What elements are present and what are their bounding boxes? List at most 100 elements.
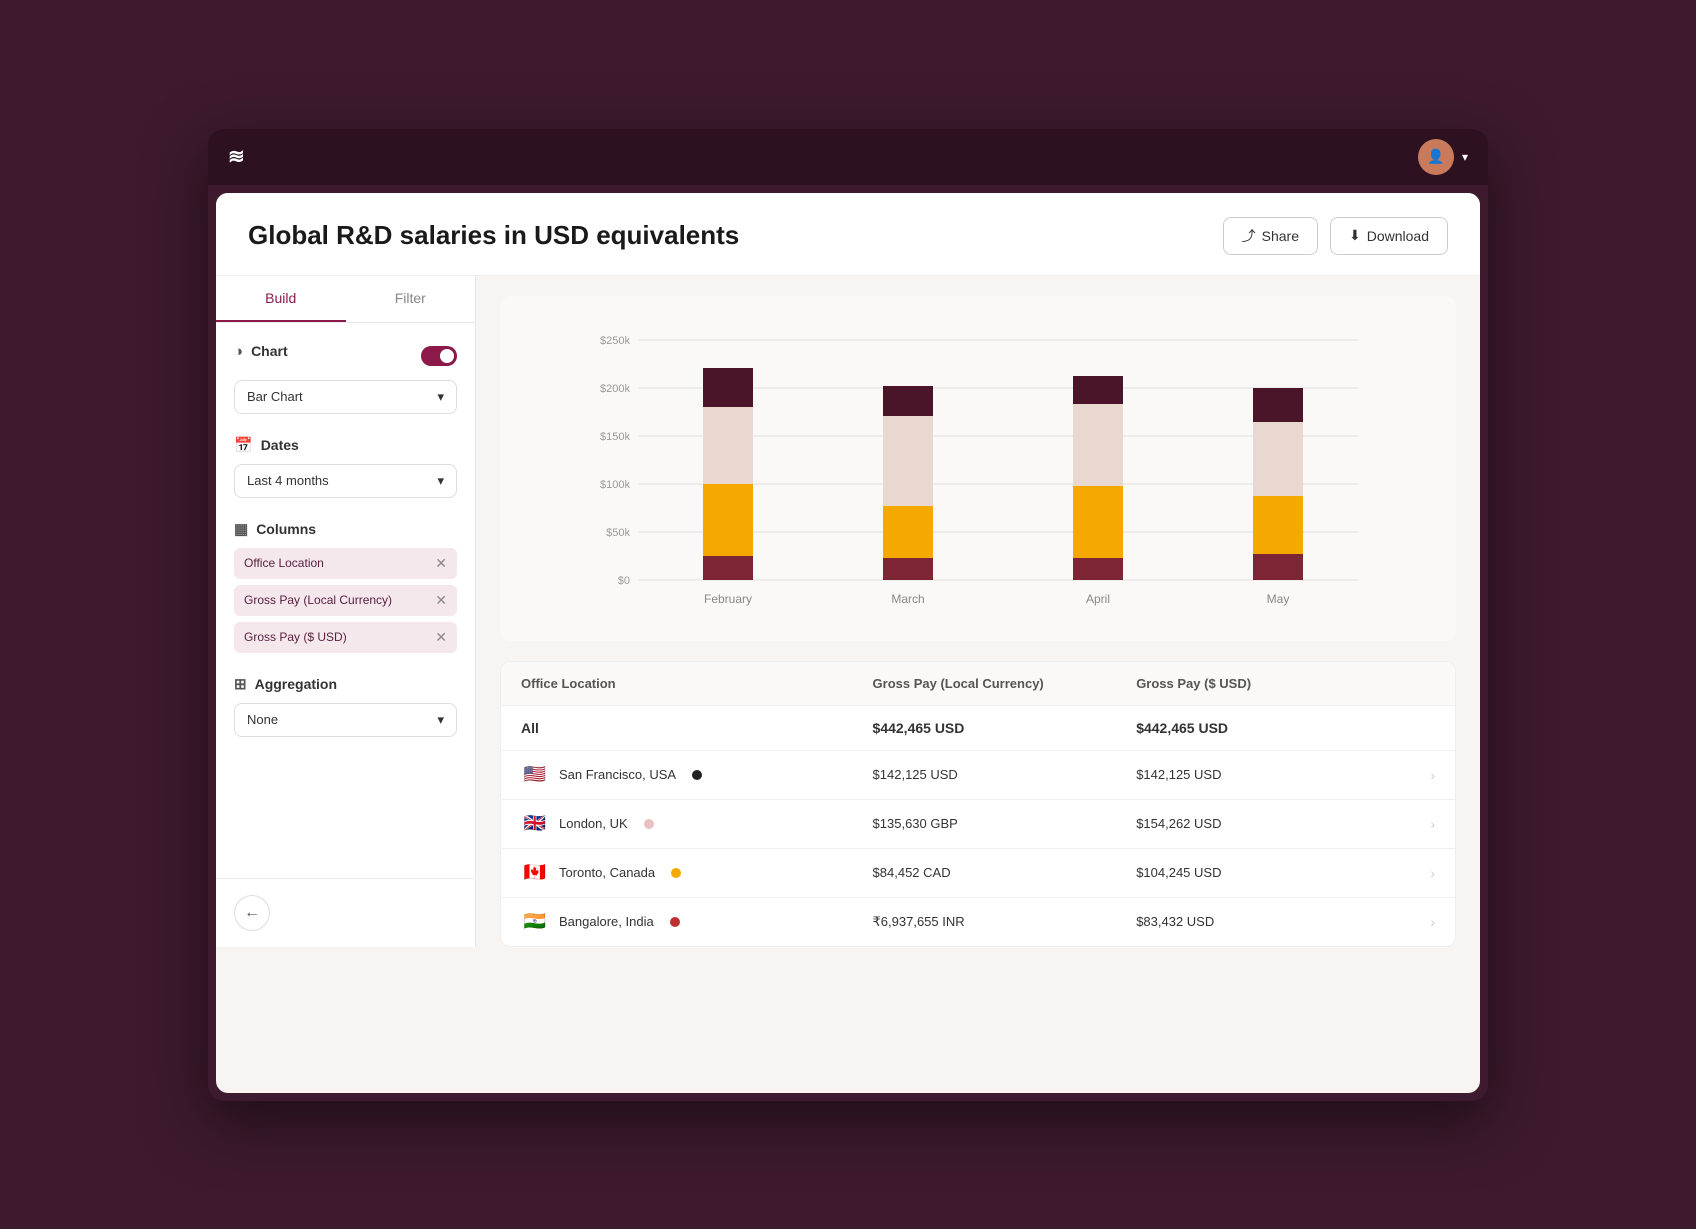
chevron-down-icon: ▾ [437,712,444,728]
dot-bangalore [670,917,680,927]
header-actions: ⤴ Share ⬇ Download [1223,217,1448,255]
cell-gross-usd-sf: $142,125 USD [1136,767,1400,782]
chevron-down-icon: ▾ [1462,150,1468,164]
cell-location-london: 🇬🇧 London, UK [521,814,873,834]
dates-dropdown[interactable]: Last 4 months ▾ [234,464,457,498]
flag-usa: 🇺🇸 [521,765,549,785]
columns-label: Columns [256,521,316,537]
flag-canada: 🇨🇦 [521,863,549,883]
aggregation-section: ⊞ Aggregation None ▾ [234,675,457,737]
table-row-london[interactable]: 🇬🇧 London, UK $135,630 GBP $154,262 USD … [501,800,1455,849]
chart-icon: ◑ [234,343,243,360]
table-row-toronto[interactable]: 🇨🇦 Toronto, Canada $84,452 CAD $104,245 … [501,849,1455,898]
location-name-bangalore: Bangalore, India [559,914,654,929]
column-tag-office: Office Location ✕ [234,548,457,579]
cell-gross-usd-toronto: $104,245 USD [1136,865,1400,880]
dot-toronto [671,868,681,878]
avatar: 👤 [1418,139,1454,175]
dates-label: Dates [261,437,299,453]
chart-toggle[interactable] [421,346,457,366]
download-label: Download [1367,228,1429,244]
tab-build[interactable]: Build [216,276,346,322]
aggregation-dropdown[interactable]: None ▾ [234,703,457,737]
col-header-gross-usd: Gross Pay ($ USD) [1136,676,1400,691]
svg-text:May: May [1267,592,1290,606]
svg-text:$150k: $150k [600,431,630,443]
svg-text:$0: $0 [618,575,630,587]
calendar-icon: 📅 [234,436,253,454]
location-name-sf: San Francisco, USA [559,767,676,782]
cell-gross-usd-all: $442,465 USD [1136,720,1400,736]
table-row-sf[interactable]: 🇺🇸 San Francisco, USA $142,125 USD $142,… [501,751,1455,800]
chart-section: ◑ Chart Bar Chart ▾ [234,343,457,414]
column-tag-gross-usd: Gross Pay ($ USD) ✕ [234,622,457,653]
chevron-down-icon: ▾ [437,389,444,405]
location-name-london: London, UK [559,816,628,831]
aggregation-value: None [247,712,278,727]
col-header-action [1400,676,1435,691]
column-tag-label: Gross Pay (Local Currency) [244,593,392,607]
dot-sf [692,770,702,780]
columns-section-label: ▦ Columns [234,520,457,538]
chart-type-dropdown[interactable]: Bar Chart ▾ [234,380,457,414]
table-row-bangalore[interactable]: 🇮🇳 Bangalore, India ₹6,937,655 INR $83,4… [501,898,1455,946]
back-button[interactable]: ← [234,895,270,931]
logo-icon: ≋ [228,144,247,169]
cell-chevron-bangalore[interactable]: › [1400,914,1435,930]
aggregation-icon: ⊞ [234,675,247,693]
cell-location-all: All [521,720,873,736]
chart-type-value: Bar Chart [247,389,303,404]
cell-location-toronto: 🇨🇦 Toronto, Canada [521,863,873,883]
columns-icon: ▦ [234,520,248,538]
cell-gross-usd-bangalore: $83,432 USD [1136,914,1400,929]
app-window: ≋ 👤 ▾ Global R&D salaries in USD equival… [208,129,1488,1101]
cell-gross-local-london: $135,630 GBP [873,816,1137,831]
dates-section-label: 📅 Dates [234,436,457,454]
toggle-knob [440,349,454,363]
chart-area: $250k $200k $150k $100k $50k $0 [476,276,1480,947]
dot-london [644,819,654,829]
sidebar-tabs: Build Filter [216,276,475,323]
location-name-toronto: Toronto, Canada [559,865,655,880]
dates-section: 📅 Dates Last 4 months ▾ [234,436,457,498]
main-content: Global R&D salaries in USD equivalents ⤴… [216,193,1480,1093]
dates-value: Last 4 months [247,473,329,488]
share-button[interactable]: ⤴ Share [1223,217,1318,255]
share-icon: ⤴ [1242,226,1256,246]
svg-text:February: February [704,592,752,606]
aggregation-section-label: ⊞ Aggregation [234,675,457,693]
remove-column-office-button[interactable]: ✕ [435,555,447,572]
cell-gross-local-sf: $142,125 USD [873,767,1137,782]
flag-uk: 🇬🇧 [521,814,549,834]
sidebar-footer: ← [216,878,475,947]
tab-filter[interactable]: Filter [346,276,476,322]
svg-text:$250k: $250k [600,335,630,347]
columns-section: ▦ Columns Office Location ✕ Gross Pay (L… [234,520,457,653]
share-label: Share [1262,228,1299,244]
aggregation-label: Aggregation [255,676,337,692]
column-tag-label: Office Location [244,556,324,570]
page-title: Global R&D salaries in USD equivalents [248,220,739,251]
remove-column-local-button[interactable]: ✕ [435,592,447,609]
col-header-location: Office Location [521,676,873,691]
cell-gross-local-all: $442,465 USD [873,720,1137,736]
svg-text:$100k: $100k [600,479,630,491]
cell-gross-usd-london: $154,262 USD [1136,816,1400,831]
download-icon: ⬇ [1349,227,1361,244]
flag-india: 🇮🇳 [521,912,549,932]
user-menu[interactable]: 👤 ▾ [1418,139,1468,175]
data-table: Office Location Gross Pay (Local Currenc… [500,661,1456,947]
content-layout: Build Filter ◑ Chart [216,276,1480,947]
cell-location-sf: 🇺🇸 San Francisco, USA [521,765,873,785]
column-tag-gross-local: Gross Pay (Local Currency) ✕ [234,585,457,616]
bar-chart: $250k $200k $150k $100k $50k $0 [516,320,1440,620]
remove-column-usd-button[interactable]: ✕ [435,629,447,646]
chevron-down-icon: ▾ [437,473,444,489]
cell-chevron-toronto[interactable]: › [1400,865,1435,881]
column-tag-label: Gross Pay ($ USD) [244,630,347,644]
sidebar: Build Filter ◑ Chart [216,276,476,947]
download-button[interactable]: ⬇ Download [1330,217,1448,255]
cell-chevron-london[interactable]: › [1400,816,1435,832]
cell-chevron-sf[interactable]: › [1400,767,1435,783]
cell-gross-local-toronto: $84,452 CAD [873,865,1137,880]
